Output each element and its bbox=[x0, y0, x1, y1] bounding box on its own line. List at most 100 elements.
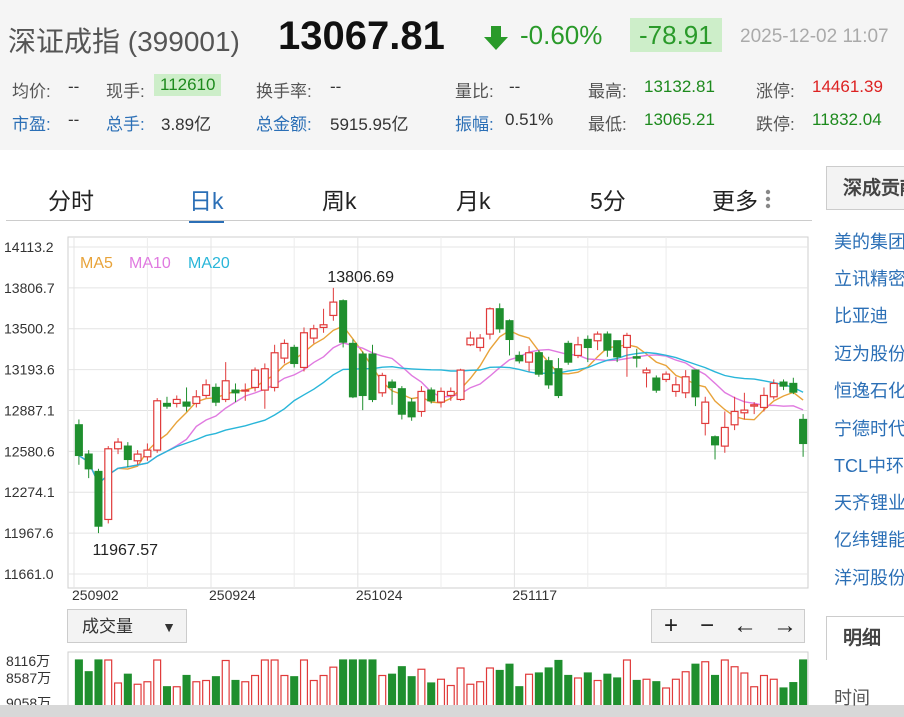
tab-intraday[interactable]: 分时 bbox=[48, 182, 94, 216]
volume-bar bbox=[329, 666, 338, 708]
candle-body-up bbox=[192, 396, 201, 405]
candle[interactable] bbox=[231, 383, 240, 403]
sidebar-stock-6[interactable]: 宁德时代 bbox=[834, 415, 904, 441]
candle[interactable] bbox=[671, 376, 680, 397]
y-tick-label: 14113.2 bbox=[4, 239, 54, 255]
sidebar-stock-1[interactable]: 美的集团 bbox=[834, 228, 904, 254]
candle[interactable] bbox=[427, 387, 436, 404]
pe-label[interactable]: 市盈: bbox=[12, 110, 51, 135]
candle[interactable] bbox=[701, 396, 710, 436]
bottom-scrollbar[interactable] bbox=[0, 705, 904, 717]
volume-chart[interactable]: 8116万 8587万 9058万 bbox=[0, 648, 820, 708]
sidebar-stock-10[interactable]: 洋河股份 bbox=[834, 564, 904, 590]
volume-bar bbox=[221, 659, 230, 708]
tab-weekly-k[interactable]: 周k bbox=[322, 182, 357, 216]
candle[interactable] bbox=[515, 351, 524, 364]
sidebar-stock-7[interactable]: TCL中环 bbox=[834, 452, 904, 478]
sidebar-stock-3[interactable]: 比亚迪 bbox=[834, 302, 888, 328]
candle[interactable] bbox=[476, 334, 485, 352]
sidebar-stock-9[interactable]: 亿纬锂能 bbox=[834, 526, 904, 552]
candle[interactable] bbox=[123, 442, 132, 468]
candle[interactable] bbox=[378, 372, 387, 397]
sidebar-stock-5[interactable]: 恒逸石化 bbox=[834, 377, 904, 403]
more-dots-icon[interactable] bbox=[764, 188, 772, 210]
candle[interactable] bbox=[397, 386, 406, 420]
candle[interactable] bbox=[632, 348, 641, 368]
candle[interactable] bbox=[681, 370, 690, 399]
candle-body-up bbox=[104, 448, 113, 521]
detail-tab[interactable]: 明细 bbox=[826, 616, 904, 660]
candle[interactable] bbox=[642, 367, 651, 388]
total-hand-label[interactable]: 总手: bbox=[106, 110, 145, 135]
candle[interactable] bbox=[779, 379, 788, 391]
candle[interactable] bbox=[299, 327, 309, 372]
sidebar-stock-2[interactable]: 立讯精密 bbox=[834, 265, 904, 291]
candle[interactable] bbox=[407, 398, 416, 421]
candle[interactable] bbox=[564, 340, 573, 365]
candle[interactable] bbox=[485, 307, 494, 340]
candle[interactable] bbox=[153, 398, 162, 453]
tab-monthly-k[interactable]: 月k bbox=[456, 182, 491, 216]
amplitude-label[interactable]: 振幅: bbox=[455, 110, 494, 135]
sidebar-title[interactable]: 深成贡献 bbox=[826, 166, 904, 210]
candle[interactable] bbox=[593, 331, 602, 351]
volume-indicator-select[interactable]: 成交量 ▼ bbox=[67, 609, 187, 643]
candle[interactable] bbox=[280, 339, 289, 364]
candle[interactable] bbox=[759, 387, 768, 412]
candle[interactable] bbox=[505, 319, 514, 356]
candle[interactable] bbox=[211, 383, 220, 407]
candle[interactable] bbox=[290, 344, 299, 368]
candle[interactable] bbox=[84, 450, 93, 479]
zoom-in-button[interactable]: + bbox=[652, 610, 690, 642]
candle[interactable] bbox=[260, 363, 269, 409]
candle[interactable] bbox=[339, 299, 348, 348]
candle[interactable] bbox=[534, 350, 543, 377]
candle[interactable] bbox=[691, 369, 700, 407]
sidebar-stock-4[interactable]: 迈为股份 bbox=[834, 340, 904, 366]
candle[interactable] bbox=[652, 375, 661, 393]
candle[interactable] bbox=[436, 387, 446, 408]
candle[interactable] bbox=[730, 396, 739, 431]
zoom-out-button[interactable]: − bbox=[688, 610, 726, 642]
candle-body-down bbox=[231, 389, 240, 394]
candle[interactable] bbox=[94, 468, 103, 534]
candle[interactable] bbox=[251, 367, 260, 392]
candle[interactable] bbox=[348, 339, 357, 399]
scroll-left-button[interactable]: ← bbox=[726, 610, 764, 642]
candle[interactable] bbox=[466, 331, 475, 347]
candle[interactable] bbox=[711, 435, 720, 460]
tab-5min[interactable]: 5分 bbox=[590, 182, 626, 216]
candle[interactable] bbox=[720, 411, 729, 453]
total-amount-label[interactable]: 总金额: bbox=[256, 110, 312, 135]
candle[interactable] bbox=[525, 346, 534, 372]
candle[interactable] bbox=[554, 358, 563, 399]
candle[interactable] bbox=[162, 396, 171, 409]
candle[interactable] bbox=[74, 419, 83, 465]
candle[interactable] bbox=[740, 392, 749, 420]
candle[interactable] bbox=[221, 362, 230, 403]
candle[interactable] bbox=[202, 379, 211, 399]
sidebar-stock-8[interactable]: 天齐锂业 bbox=[834, 489, 904, 515]
candle[interactable] bbox=[182, 387, 191, 412]
candle[interactable] bbox=[789, 377, 798, 395]
candle[interactable] bbox=[329, 287, 338, 321]
candle[interactable] bbox=[456, 368, 465, 401]
candle[interactable] bbox=[662, 371, 671, 383]
candle[interactable] bbox=[172, 395, 181, 408]
candle[interactable] bbox=[104, 446, 113, 524]
candle[interactable] bbox=[143, 443, 152, 461]
candle[interactable] bbox=[309, 324, 318, 344]
candle[interactable] bbox=[573, 336, 583, 359]
candle[interactable] bbox=[270, 344, 279, 392]
kline-chart[interactable]: 14113.2 13806.7 13500.2 13193.6 12887.1 12580… bbox=[0, 230, 820, 610]
tab-daily-k[interactable]: 日k bbox=[189, 182, 224, 223]
candle[interactable] bbox=[495, 303, 504, 333]
candle[interactable] bbox=[603, 331, 612, 357]
candle[interactable] bbox=[358, 351, 367, 411]
scroll-right-button[interactable]: → bbox=[766, 610, 804, 642]
tab-more[interactable]: 更多 bbox=[712, 182, 758, 216]
candle-body-down bbox=[182, 401, 191, 407]
candle[interactable] bbox=[417, 386, 426, 417]
candle[interactable] bbox=[799, 414, 808, 457]
candle[interactable] bbox=[544, 356, 553, 389]
